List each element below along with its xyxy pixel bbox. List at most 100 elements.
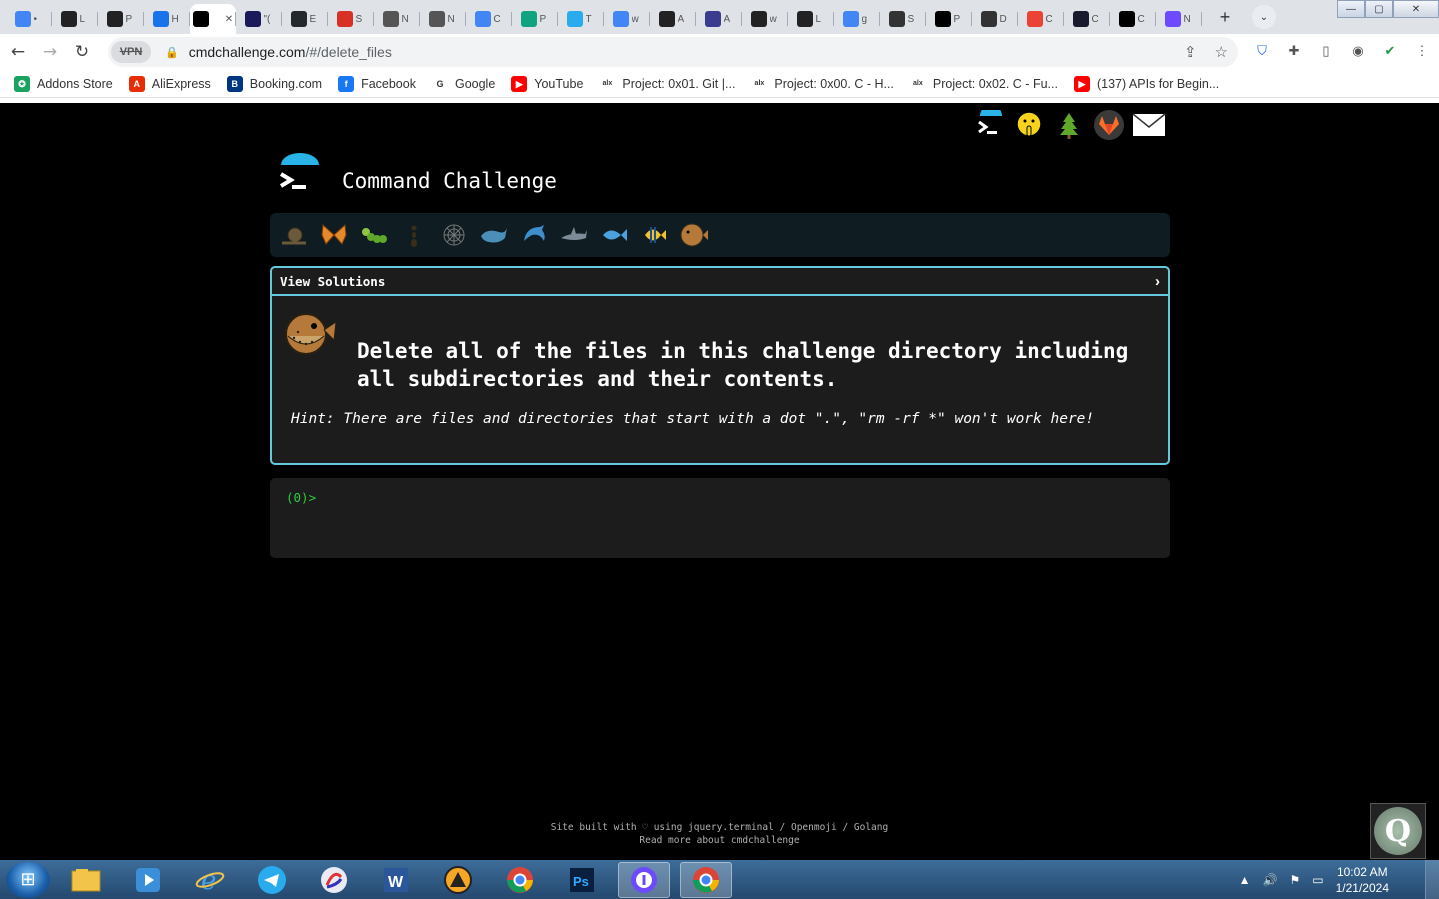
browser-tab[interactable]: w (742, 4, 788, 34)
extensions-puzzle-icon[interactable]: ✚ (1285, 42, 1303, 60)
bitwarden-icon[interactable]: ⛉ (1253, 42, 1271, 60)
bookmark-item[interactable]: f Facebook (338, 75, 416, 92)
browser-tab[interactable]: P (926, 4, 972, 34)
tropical-fish-icon[interactable] (638, 219, 670, 251)
chrome-icon[interactable] (680, 861, 732, 898)
browser-tab[interactable]: N (374, 4, 420, 34)
bookmark-star-icon[interactable]: ☆ (1215, 43, 1228, 61)
alx-icon (60, 11, 77, 27)
dolphin-icon[interactable] (518, 219, 550, 251)
browser-tab[interactable]: "( (236, 4, 282, 34)
bookmark-item[interactable]: alx Project: 0x01. Git |... (599, 75, 735, 92)
tab-title: L (815, 13, 822, 25)
browser-tab[interactable]: A (696, 4, 742, 34)
browser-tab[interactable]: ✕ (190, 4, 236, 34)
terminal-icon[interactable] (972, 108, 1006, 142)
menu-icon[interactable]: ⋮ (1413, 42, 1431, 60)
browser-tab[interactable]: • (6, 4, 52, 34)
media-player-icon[interactable] (122, 862, 174, 898)
bookmark-item[interactable]: A AliExpress (128, 75, 211, 92)
tab-search-button[interactable]: ⌄ (1252, 5, 1276, 29)
bookmark-item[interactable]: ▶ YouTube (511, 75, 583, 92)
bookmark-item[interactable]: alx Project: 0x00. C - H... (751, 75, 894, 92)
ant-icon[interactable] (398, 219, 430, 251)
fish-icon[interactable] (598, 219, 630, 251)
bookmark-item[interactable]: ▶ (137) APIs for Begin... (1073, 75, 1219, 92)
tree-icon[interactable] (1052, 108, 1086, 142)
chrome-icon[interactable] (494, 862, 546, 898)
browser-tab[interactable]: D (972, 4, 1018, 34)
bookmark-item[interactable]: G Google (431, 75, 495, 92)
browser-tab[interactable]: C (1018, 4, 1064, 34)
share-icon[interactable]: ⇪ (1184, 43, 1197, 61)
maximize-button[interactable]: ▢ (1365, 0, 1393, 18)
shield-icon[interactable]: ✔ (1381, 42, 1399, 60)
browser-tab[interactable]: C (1064, 4, 1110, 34)
browser-tab[interactable]: T (558, 4, 604, 34)
browser-tab[interactable]: C (1110, 4, 1156, 34)
browser-tab[interactable]: C (466, 4, 512, 34)
browser-tab[interactable]: P (512, 4, 558, 34)
explorer-icon[interactable] (60, 862, 112, 898)
whale-icon[interactable] (478, 219, 510, 251)
chevron-right-icon[interactable]: › (1155, 273, 1160, 290)
browser-tab[interactable]: A (650, 4, 696, 34)
forward-icon[interactable]: → (36, 38, 64, 66)
close-tab-icon[interactable]: ✕ (225, 14, 233, 25)
reload-icon[interactable]: ↻ (68, 38, 96, 66)
gitlab-icon[interactable] (1092, 108, 1126, 142)
vpn-badge[interactable]: VPN (111, 41, 151, 63)
terminal[interactable]: (0)> (270, 478, 1170, 558)
lock-icon[interactable]: 🔒 (165, 46, 179, 59)
footer-read-more-link[interactable]: Read more about cmdchallenge (0, 834, 1439, 847)
app-icon[interactable] (308, 862, 360, 898)
browser-tab[interactable]: L (788, 4, 834, 34)
network-icon[interactable]: ▭ (1312, 873, 1323, 887)
new-tab-button[interactable]: + (1212, 4, 1238, 30)
browser-tab[interactable]: S (880, 4, 926, 34)
spider-web-icon[interactable] (438, 219, 470, 251)
back-icon[interactable]: ← (4, 38, 32, 66)
address-bar[interactable]: VPN 🔒 cmdchallenge.com/#/delete_files ⇪ … (108, 37, 1238, 67)
bookmark-item[interactable]: ✪ Addons Store (14, 75, 113, 92)
url-text[interactable]: cmdchallenge.com/#/delete_files (189, 44, 392, 60)
profile-icon[interactable]: ◉ (1349, 42, 1367, 60)
browser-tab[interactable]: g (834, 4, 880, 34)
mail-icon[interactable] (1132, 108, 1166, 142)
browser-tab[interactable]: w (604, 4, 650, 34)
browser-tab[interactable]: S (328, 4, 374, 34)
proton-vpn-icon[interactable] (618, 861, 670, 898)
flag-icon[interactable]: ⚑ (1290, 873, 1301, 887)
tab-title: P (953, 13, 961, 25)
chevron-up-icon[interactable]: ▲ (1239, 873, 1251, 887)
shark-icon[interactable] (558, 219, 590, 251)
browser-tab[interactable]: N (1156, 4, 1202, 34)
telegram-icon[interactable] (246, 862, 298, 898)
browser-tab[interactable]: N (420, 4, 466, 34)
start-button[interactable]: ⊞ (6, 861, 50, 898)
view-solutions-toggle[interactable]: View Solutions › (272, 268, 1168, 296)
close-button[interactable]: ✕ (1393, 0, 1439, 18)
clock[interactable]: 10:02 AM 1/21/2024 (1336, 864, 1389, 896)
shushing-face-icon[interactable] (1012, 108, 1046, 142)
blowfish-icon[interactable] (678, 219, 710, 251)
show-desktop-button[interactable] (1425, 860, 1439, 899)
volume-icon[interactable]: 🔊 (1263, 873, 1278, 887)
snail-icon[interactable] (278, 219, 310, 251)
internet-explorer-icon[interactable]: e (184, 862, 236, 898)
word-icon[interactable]: W (370, 862, 422, 898)
browser-tab[interactable]: H (144, 4, 190, 34)
browser-tab[interactable]: E (282, 4, 328, 34)
side-panel-icon[interactable]: ▯ (1317, 42, 1335, 60)
aimp-icon[interactable] (432, 862, 484, 898)
header-icons (972, 108, 1166, 142)
bookmark-item[interactable]: alx Project: 0x02. C - Fu... (909, 75, 1058, 92)
browser-tab[interactable]: L (52, 4, 98, 34)
floating-app-icon[interactable]: Q (1370, 803, 1426, 859)
browser-tab[interactable]: P (98, 4, 144, 34)
bookmark-item[interactable]: B Booking.com (226, 75, 322, 92)
caterpillar-icon[interactable] (358, 219, 390, 251)
minimize-button[interactable]: — (1337, 0, 1365, 18)
photoshop-icon[interactable]: Ps (556, 862, 608, 898)
butterfly-icon[interactable] (318, 219, 350, 251)
